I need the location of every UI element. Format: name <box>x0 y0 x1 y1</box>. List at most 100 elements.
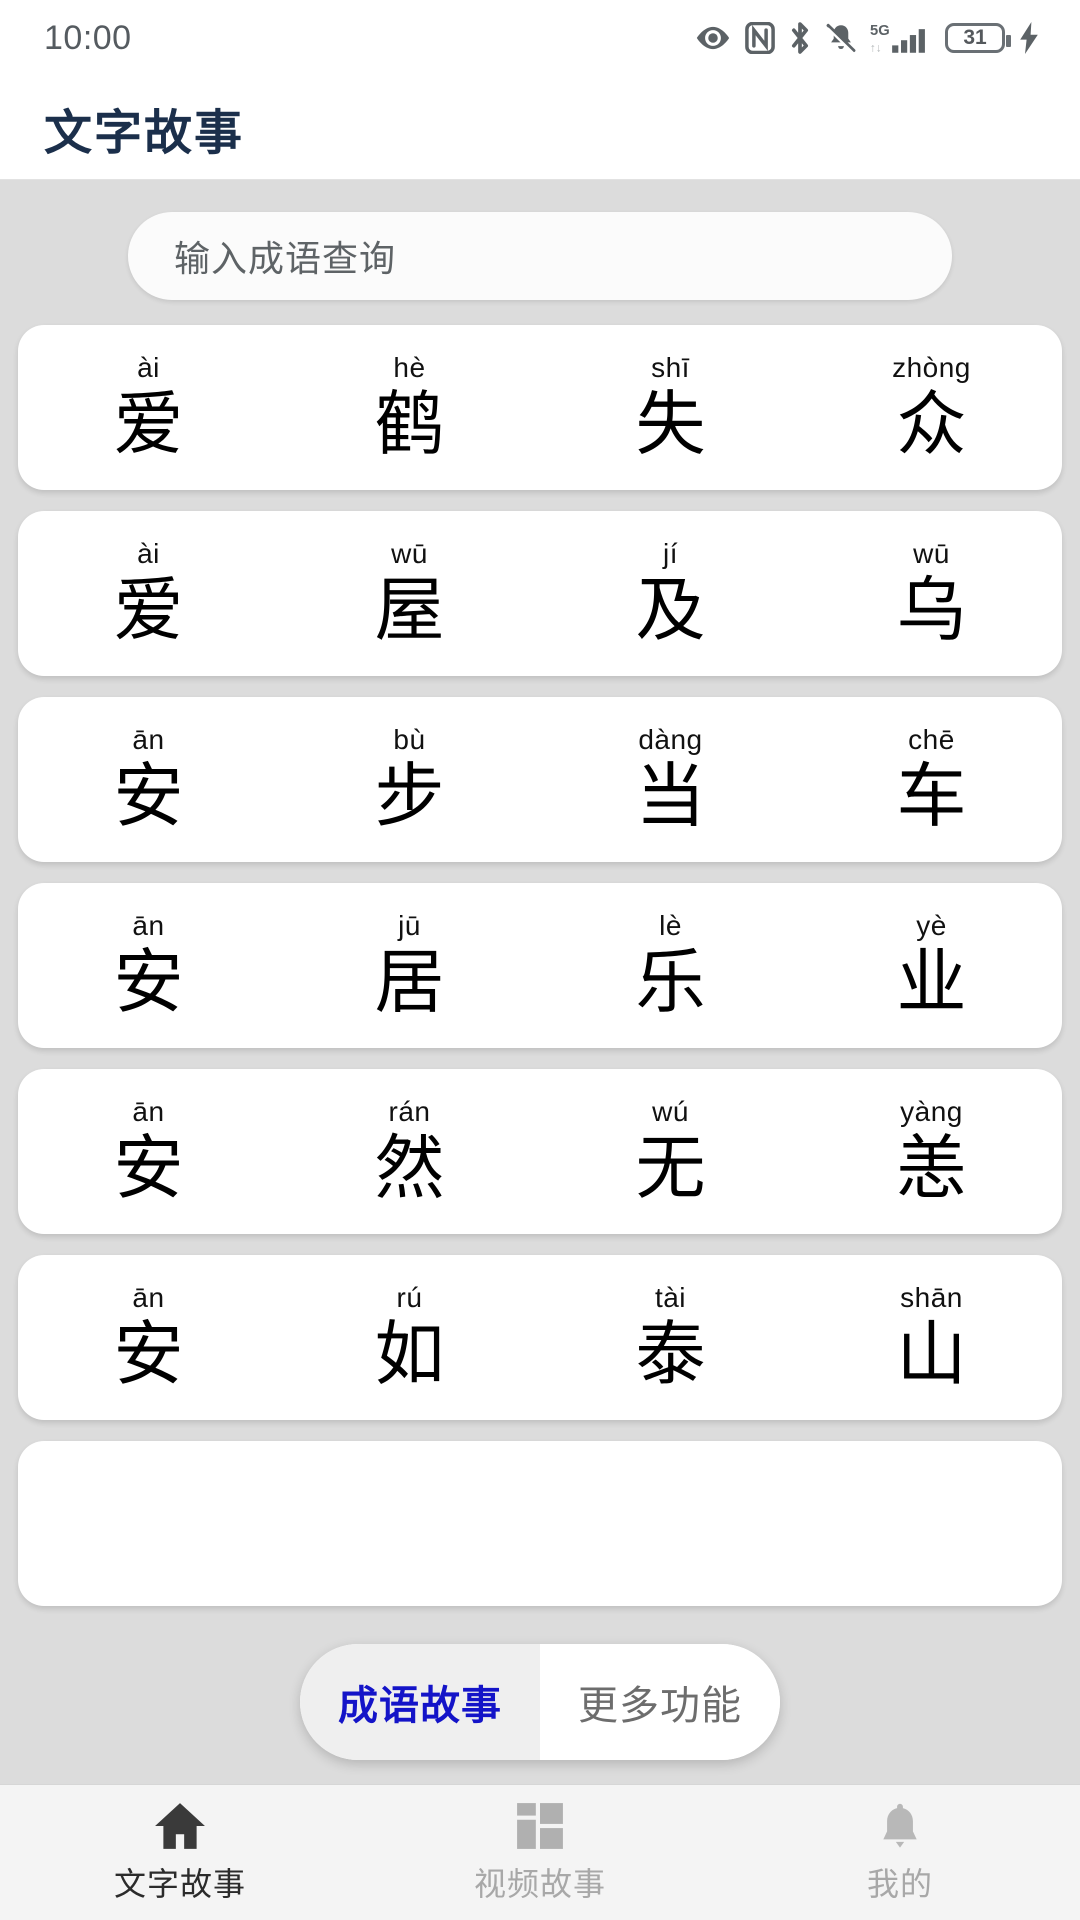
idiom-card[interactable]: ài 爱 hè 鹤 shī 失 zhòng 众 <box>18 325 1062 490</box>
hanzi: 爱 <box>113 384 184 463</box>
idiom-char: jí 及 <box>540 537 801 648</box>
hanzi: 车 <box>896 756 967 835</box>
idiom-char: ài 爱 <box>18 351 279 463</box>
hanzi: 然 <box>374 1128 445 1207</box>
pinyin: ān <box>132 1095 165 1127</box>
hanzi: 安 <box>113 1128 184 1207</box>
pinyin: tài <box>654 1281 687 1313</box>
pinyin: chē <box>908 723 955 755</box>
idiom-list: ài 爱 hè 鹤 shī 失 zhòng 众 ài 爱 wū 屋 jí 及 w… <box>0 300 1080 1606</box>
idiom-char: shān 山 <box>801 1281 1062 1393</box>
pinyin: jí <box>663 537 678 569</box>
home-icon <box>155 1802 205 1849</box>
pinyin: bù <box>393 723 426 755</box>
pinyin: hè <box>393 351 426 383</box>
idiom-card[interactable]: ān 安 jū 居 lè 乐 yè 业 <box>18 883 1062 1048</box>
pinyin: yè <box>916 909 947 941</box>
idiom-char: wú 无 <box>540 1095 801 1207</box>
idiom-char: lè 乐 <box>540 911 801 1021</box>
search-input[interactable]: 输入成语查询 <box>128 212 952 300</box>
segment-option-idiom-stories[interactable]: 成语故事 <box>300 1644 540 1760</box>
pinyin: ān <box>132 1281 165 1313</box>
pinyin: zhòng <box>892 351 971 383</box>
hanzi: 步 <box>374 756 445 835</box>
hanzi: 山 <box>896 1314 967 1393</box>
idiom-char: ān 安 <box>18 909 279 1021</box>
nav-item-text-stories[interactable]: 文字故事 <box>0 1801 360 1905</box>
hanzi: 失 <box>635 384 706 463</box>
segmented-control[interactable]: 成语故事 更多功能 <box>300 1644 780 1760</box>
hanzi: 恙 <box>896 1128 967 1207</box>
idiom-char: tài 泰 <box>540 1281 801 1393</box>
pinyin: rán <box>388 1095 431 1127</box>
hanzi: 如 <box>374 1314 445 1393</box>
idiom-char: yè 业 <box>801 909 1062 1021</box>
hanzi: 业 <box>896 942 967 1021</box>
pinyin: dàng <box>638 723 703 755</box>
nav-label: 我的 <box>866 1865 933 1902</box>
idiom-char: shī 失 <box>540 351 801 463</box>
hanzi: 安 <box>113 1314 184 1393</box>
hanzi: 安 <box>113 756 184 835</box>
search-section: 输入成语查询 <box>0 181 1080 300</box>
hanzi: 居 <box>374 942 445 1021</box>
idiom-char: ān 安 <box>18 1281 279 1393</box>
pinyin: wú <box>652 1095 689 1127</box>
app-bar: 文字故事 <box>0 76 1080 180</box>
pinyin: ān <box>132 909 165 941</box>
mute-bell-icon <box>826 23 856 54</box>
battery-icon: 31 <box>945 23 1011 53</box>
eye-icon <box>696 26 730 50</box>
idiom-char: wū 乌 <box>801 539 1062 649</box>
hanzi: 鹤 <box>374 384 445 463</box>
pinyin: wū <box>391 537 428 569</box>
idiom-char: yàng 恙 <box>801 1095 1062 1207</box>
pinyin: yàng <box>900 1095 963 1127</box>
pinyin: rú <box>396 1281 423 1313</box>
signal-5g-icon: 5G ↑↓ <box>870 23 925 54</box>
pinyin: shī <box>651 351 690 383</box>
hanzi: 屋 <box>374 570 445 649</box>
hanzi: 泰 <box>635 1314 706 1393</box>
hanzi: 乐 <box>635 942 706 1021</box>
segment-option-more-features[interactable]: 更多功能 <box>540 1644 780 1760</box>
bottom-navigation: 文字故事 视频故事 我的 <box>0 1784 1080 1920</box>
battery-level: 31 <box>963 26 987 49</box>
hanzi: 爱 <box>113 570 184 649</box>
hanzi: 众 <box>896 384 967 463</box>
idiom-card[interactable]: ān 安 rán 然 wú 无 yàng 恙 <box>18 1069 1062 1234</box>
idiom-char: rán 然 <box>279 1095 540 1207</box>
hanzi: 乌 <box>896 570 967 649</box>
idiom-card[interactable]: ài 爱 wū 屋 jí 及 wū 乌 <box>18 511 1062 676</box>
search-placeholder: 输入成语查询 <box>174 238 397 279</box>
svg-text:↑↓: ↑↓ <box>870 40 882 54</box>
idiom-char: jū 居 <box>279 909 540 1021</box>
nav-label: 文字故事 <box>113 1865 246 1902</box>
hanzi: 安 <box>113 942 184 1021</box>
pinyin: jū <box>398 909 421 941</box>
idiom-char: zhòng 众 <box>801 351 1062 463</box>
idiom-card[interactable]: ān 安 bù 步 dàng 当 chē 车 <box>18 697 1062 862</box>
nav-item-video-stories[interactable]: 视频故事 <box>360 1801 720 1905</box>
charging-bolt-icon <box>1020 22 1038 54</box>
hanzi: 无 <box>635 1128 706 1207</box>
pinyin: ài <box>137 537 160 569</box>
nav-label: 视频故事 <box>473 1865 606 1902</box>
grid-icon <box>517 1802 563 1849</box>
nav-item-mine[interactable]: 我的 <box>720 1801 1080 1905</box>
idiom-char: dàng 当 <box>540 723 801 834</box>
idiom-card-partial[interactable] <box>18 1441 1062 1606</box>
content-scroll-area[interactable]: 输入成语查询 ài 爱 hè 鹤 shī 失 zhòng 众 ài 爱 wū 屋… <box>0 181 1080 1784</box>
idiom-char: hè 鹤 <box>279 351 540 463</box>
pinyin: shān <box>900 1281 963 1313</box>
idiom-char: ān 安 <box>18 723 279 835</box>
idiom-card[interactable]: ān 安 rú 如 tài 泰 shān 山 <box>18 1255 1062 1420</box>
bell-icon <box>883 1803 917 1848</box>
idiom-char: ān 安 <box>18 1095 279 1207</box>
idiom-char: ài 爱 <box>18 537 279 649</box>
pinyin: ài <box>137 351 160 383</box>
pinyin: ān <box>132 723 165 755</box>
svg-text:5G: 5G <box>870 23 890 39</box>
status-icon-group: 5G ↑↓ 31 <box>694 20 1040 56</box>
bluetooth-icon <box>791 22 809 54</box>
